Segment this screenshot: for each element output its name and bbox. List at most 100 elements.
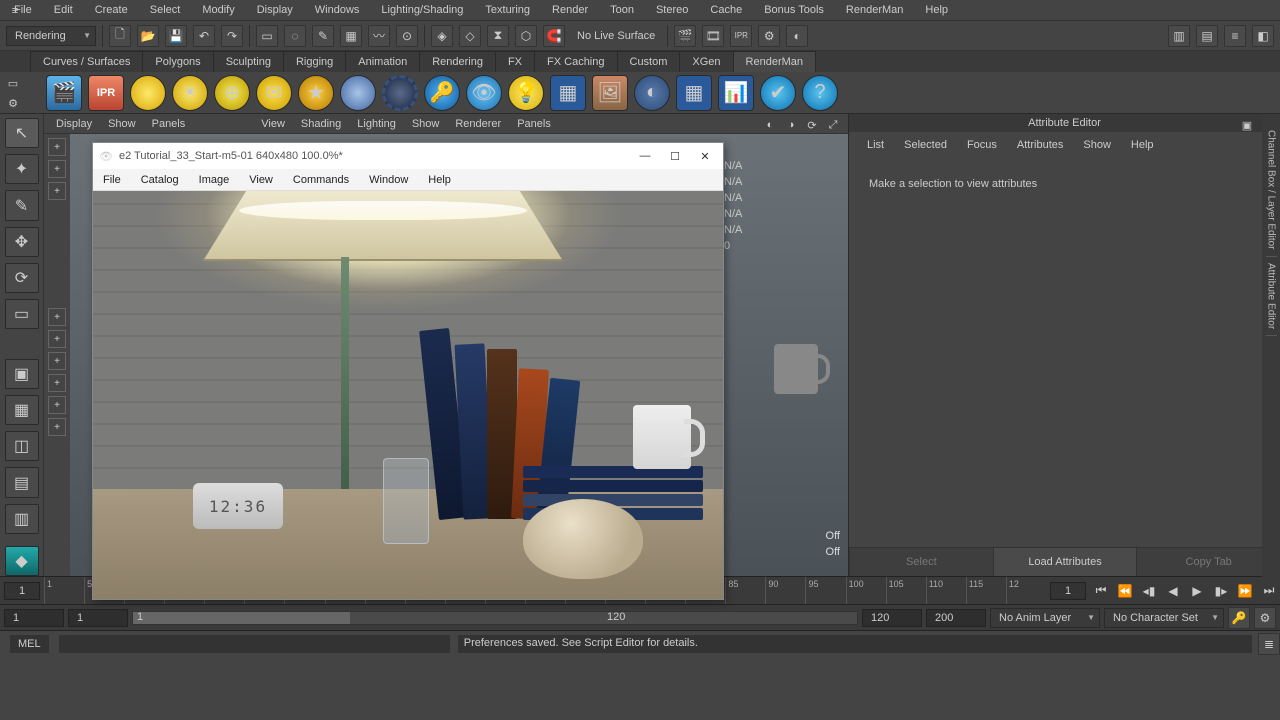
out-expand2-icon[interactable]: + [48,160,66,178]
pxr-image-icon[interactable]: 🖼 [592,75,628,111]
layout-single-icon[interactable]: ▣ [5,359,39,389]
menu-lighting[interactable]: Lighting/Shading [371,1,473,19]
pxr-keyhole-icon[interactable]: 🔑 [424,75,460,111]
shelf-tab-polygons[interactable]: Polygons [142,51,213,72]
vp-panels[interactable]: Panels [509,116,559,132]
shelf-menu-icon[interactable]: ≡ [6,2,24,20]
layout-cust-icon[interactable]: ▥ [5,504,39,534]
out-expand7-icon[interactable]: + [48,374,66,392]
renderman-render-icon[interactable]: 🎬 [46,75,82,111]
menu-bonus[interactable]: Bonus Tools [754,1,834,19]
menu-modify[interactable]: Modify [192,1,244,19]
step-fwd-icon[interactable]: ▮▸ [1211,581,1231,601]
step-fwd-key-icon[interactable]: ⏩ [1235,581,1255,601]
shelf-tab-custom[interactable]: Custom [617,51,681,72]
out-expand9-icon[interactable]: + [48,418,66,436]
step-back-key-icon[interactable]: ⏪ [1115,581,1135,601]
scale-tool-icon[interactable]: ▭ [5,299,39,329]
ipr-icon[interactable]: IPR [730,25,752,47]
snap-grid-icon[interactable]: ▦ [340,25,362,47]
prefs-icon[interactable]: ⚙ [1254,607,1276,629]
snap-point-icon[interactable]: ⊙ [396,25,418,47]
pxr-sphere-icon[interactable] [340,75,376,111]
goto-start-icon[interactable]: ⏮ [1091,581,1111,601]
shelf-tab-rendering[interactable]: Rendering [419,51,496,72]
rw-view[interactable]: View [239,171,283,189]
pxr-eye-icon[interactable]: 👁 [466,75,502,111]
autokey-icon[interactable]: 🔑 [1228,607,1250,629]
mel-label[interactable]: MEL [10,635,49,653]
pxr-moon-icon[interactable]: ◐ [634,75,670,111]
step-back-icon[interactable]: ◂▮ [1139,581,1159,601]
goto-end-icon[interactable]: ⏭ [1259,581,1279,601]
range-handle[interactable]: 1 [133,612,350,624]
attr-help[interactable]: Help [1123,137,1162,153]
panel-toggle4-icon[interactable]: ◧ [1252,25,1274,47]
play-end-field[interactable]: 120 [862,609,922,627]
pxr-calc-icon[interactable]: ▦ [550,75,586,111]
side-tab-channelbox[interactable]: Channel Box / Layer Editor [1266,124,1277,257]
play-back-icon[interactable]: ◀ [1163,581,1183,601]
play-start-field[interactable]: 1 [68,609,128,627]
side-tab-attribute[interactable]: Attribute Editor [1266,257,1277,336]
menu-cache[interactable]: Cache [700,1,752,19]
live-icon[interactable]: ⬡ [515,25,537,47]
panel-toggle3-icon[interactable]: ≡ [1224,25,1246,47]
snap-curve-icon[interactable]: 〰 [368,25,390,47]
paint-tool-icon[interactable]: ✎ [5,190,39,220]
vp-show[interactable]: Show [404,116,448,132]
out-expand8-icon[interactable]: + [48,396,66,414]
anim-end-field[interactable]: 200 [926,609,986,627]
shelf-tab-fx[interactable]: FX [495,51,535,72]
pxr-envlight-icon[interactable]: ⊕ [214,75,250,111]
time-start-field[interactable]: 1 [4,582,40,600]
render-image[interactable]: 12:36 ↖ [93,191,723,599]
pxr-light-icon[interactable]: ☀ [172,75,208,111]
undo-icon[interactable]: ↶ [193,25,215,47]
rw-window[interactable]: Window [359,171,418,189]
hypershade-icon[interactable]: ◐ [786,25,808,47]
attr-copy-button[interactable]: Copy Tab [1136,548,1280,576]
pxr-check-icon[interactable]: ✔ [760,75,796,111]
out-expand4-icon[interactable]: + [48,308,66,326]
render-settings-icon[interactable]: ⚙ [758,25,780,47]
render-window-titlebar[interactable]: 👁 e2 Tutorial_33_Start-m5-01 640x480 100… [93,143,723,169]
new-scene-icon[interactable]: 🗋 [109,25,131,47]
time-end-field[interactable]: 1 [1050,582,1086,600]
pxr-surface-icon[interactable] [130,75,166,111]
menu-renderman[interactable]: RenderMan [836,1,913,19]
window-minimize-icon[interactable]: — [633,150,657,162]
shelf-edit-icon[interactable]: ▭ [4,74,22,92]
attr-focus[interactable]: Focus [959,137,1005,153]
workspace-dropdown[interactable]: Rendering [6,26,96,46]
pxr-help-icon[interactable]: ? [802,75,838,111]
vp-renderer[interactable]: Renderer [447,116,509,132]
command-line[interactable] [59,635,450,653]
panel-show[interactable]: Show [100,116,144,132]
shelf-tab-sculpting[interactable]: Sculpting [213,51,284,72]
anim-layer-dropdown[interactable]: No Anim Layer [990,608,1100,628]
attr-show[interactable]: Show [1075,137,1119,153]
menu-render[interactable]: Render [542,1,598,19]
layout-two-icon[interactable]: ◫ [5,431,39,461]
vp-lighting[interactable]: Lighting [349,116,404,132]
shelf-tab-xgen[interactable]: XGen [679,51,733,72]
render-frame-icon[interactable]: 🎞 [702,25,724,47]
shelf-tab-renderman[interactable]: RenderMan [733,51,816,72]
menu-select[interactable]: Select [140,1,191,19]
rw-image[interactable]: Image [189,171,240,189]
layout-four-icon[interactable]: ▦ [5,395,39,425]
open-scene-icon[interactable]: 📂 [137,25,159,47]
out-expand5-icon[interactable]: + [48,330,66,348]
shelf-tab-fxcaching[interactable]: FX Caching [534,51,617,72]
menu-texturing[interactable]: Texturing [475,1,540,19]
renderman-ipr-icon[interactable]: IPR [88,75,124,111]
pxr-graph-icon[interactable]: ▦ [676,75,712,111]
play-fwd-icon[interactable]: ▶ [1187,581,1207,601]
menu-toon[interactable]: Toon [600,1,644,19]
sym-icon[interactable]: ⧗ [487,25,509,47]
paint-select-icon[interactable]: ✎ [312,25,334,47]
menu-help[interactable]: Help [915,1,958,19]
shelf-tab-curves[interactable]: Curves / Surfaces [30,51,143,72]
panel-panels[interactable]: Panels [144,116,194,132]
